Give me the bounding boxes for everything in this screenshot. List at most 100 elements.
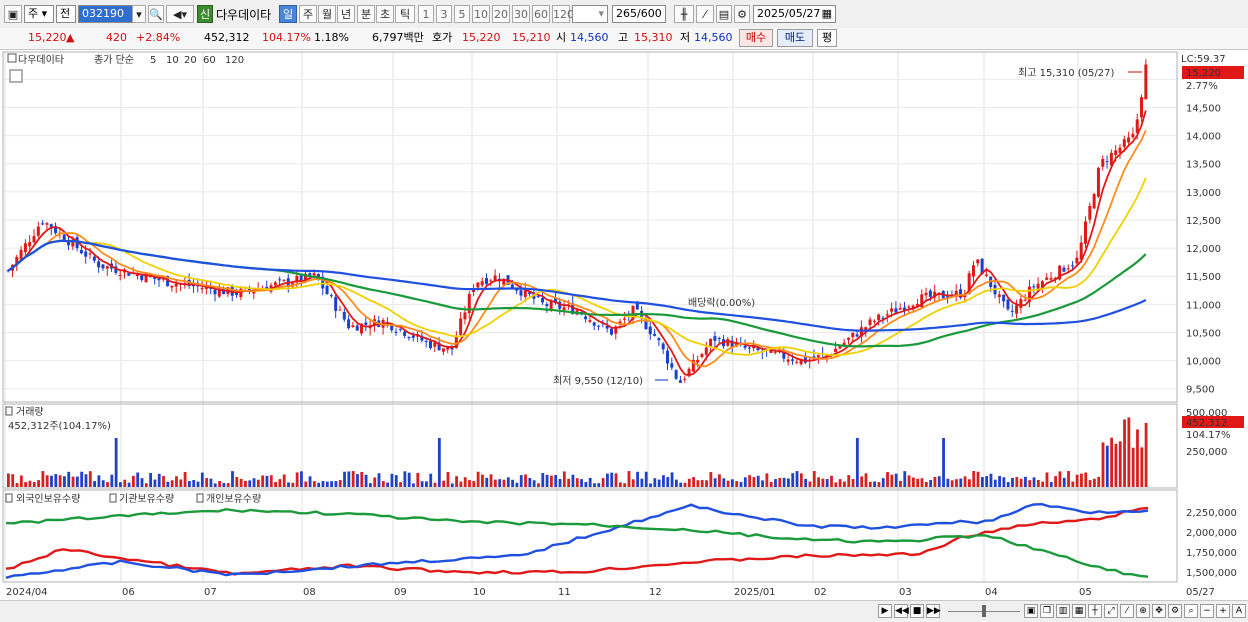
volume-bar — [692, 477, 696, 487]
interval-30[interactable]: 30 — [512, 5, 530, 23]
candle-body — [282, 279, 286, 281]
interval-120[interactable]: 120 — [552, 5, 574, 23]
x-axis-label: 03 — [899, 587, 912, 598]
zoom-in-icon[interactable]: + — [1216, 604, 1230, 618]
ruler-icon[interactable]: ⁄ — [1120, 604, 1134, 618]
code-dropdown-icon[interactable]: ▾ — [132, 5, 146, 23]
price-y-tick: 10,000 — [1186, 357, 1221, 368]
copy-icon[interactable]: ❐ — [1040, 604, 1054, 618]
sell-button[interactable]: 매도 — [777, 29, 813, 47]
table-icon[interactable] — [9, 69, 23, 83]
volume-bar — [498, 479, 502, 487]
volume-bar — [506, 477, 510, 487]
settings-icon[interactable]: ⚙ — [1168, 604, 1182, 618]
zoom-slider-handle[interactable] — [982, 605, 986, 617]
volume-bar — [739, 482, 743, 487]
candle-body — [1002, 294, 1006, 302]
candle-body — [709, 338, 713, 347]
interval-3[interactable]: 3 — [436, 5, 452, 23]
calendar-icon[interactable]: ▦ — [822, 6, 832, 22]
volume-bar — [1058, 471, 1062, 487]
rewind-icon[interactable]: ◀◀ — [894, 604, 909, 618]
volume-bar — [916, 478, 920, 487]
interval-select[interactable]: ▾ — [572, 5, 608, 23]
volume-bar — [575, 478, 579, 487]
period-year[interactable]: 년 — [337, 5, 355, 23]
period-day[interactable]: 일 — [279, 5, 297, 23]
candle-type-icon[interactable]: ╫ — [674, 5, 694, 23]
speaker-icon[interactable]: ◀▾ — [166, 5, 194, 23]
interval-60[interactable]: 60 — [532, 5, 550, 23]
split-icon[interactable]: ▥ — [1056, 604, 1070, 618]
draw-tool-icon[interactable]: ⁄ — [696, 5, 714, 23]
period-month[interactable]: 월 — [318, 5, 336, 23]
search-icon[interactable]: 🔍 — [148, 5, 164, 23]
candle-body — [88, 253, 92, 255]
gear-icon[interactable]: ⚙ — [734, 5, 750, 23]
evaluate-button[interactable]: 평 — [817, 29, 837, 47]
interval-20[interactable]: 20 — [492, 5, 510, 23]
interval-10[interactable]: 10 — [472, 5, 490, 23]
high-annotation: 최고 15,310 (05/27) — [1018, 67, 1114, 79]
volume-bar — [222, 483, 226, 487]
candle-body — [622, 318, 626, 320]
volume-bar — [58, 475, 62, 487]
volume-bar — [84, 474, 88, 487]
volume-bar — [140, 478, 144, 487]
period-tick[interactable]: 틱 — [395, 5, 415, 23]
zoom-out-icon[interactable]: − — [1200, 604, 1214, 618]
text-icon[interactable]: A — [1232, 604, 1246, 618]
interval-1[interactable]: 1 — [418, 5, 434, 23]
volume-bar — [980, 477, 984, 487]
date-field[interactable]: 2025/05/27 ▦ — [753, 5, 836, 23]
forward-icon[interactable]: ▶▶ — [926, 604, 941, 618]
stop-icon[interactable]: ■ — [910, 604, 924, 618]
price-y-tick: 11,500 — [1186, 272, 1221, 283]
period-second[interactable]: 초 — [376, 5, 394, 23]
count-field[interactable]: 265/600 — [612, 5, 666, 23]
volume-bar — [894, 473, 898, 487]
buy-button[interactable]: 매수 — [739, 29, 773, 47]
market-select[interactable]: 주 ▾ — [24, 5, 54, 23]
volume-bar — [549, 475, 553, 487]
volume-bar — [855, 438, 859, 487]
zoom-icon[interactable]: ⊕ — [1136, 604, 1150, 618]
period-week[interactable]: 주 — [299, 5, 317, 23]
trend-icon[interactable]: ⤢ — [1104, 604, 1118, 618]
grid-icon[interactable]: ▦ — [1072, 604, 1086, 618]
chart-area[interactable]: 14,500 14,000 13,500 13,000 12,500 12,000 11,5… — [0, 50, 1248, 600]
candle-body — [519, 290, 523, 296]
volume-bar — [515, 482, 519, 487]
volume-bar — [373, 477, 377, 487]
volume-bar — [248, 480, 252, 487]
window-icon[interactable]: ▣ — [4, 5, 22, 23]
layout-icon[interactable]: ▣ — [1024, 604, 1038, 618]
candle-body — [907, 306, 911, 308]
volume-bar — [403, 471, 407, 487]
interval-5[interactable]: 5 — [454, 5, 470, 23]
scope-select[interactable]: 전 — [56, 5, 76, 23]
scroll-right-icon[interactable]: ▶ — [878, 604, 892, 618]
crosshair-icon[interactable]: ┼ — [1088, 604, 1102, 618]
period-minute[interactable]: 분 — [357, 5, 375, 23]
volume-bar — [175, 476, 178, 487]
volume-bar — [300, 471, 303, 487]
turnover: 1.18% — [314, 31, 349, 44]
volume-bar — [756, 475, 760, 487]
candle-body — [868, 319, 872, 326]
volume-bar — [743, 477, 747, 487]
volume-bar — [1067, 471, 1070, 487]
volume-bar — [748, 475, 752, 487]
x-axis-label: 09 — [394, 587, 407, 598]
save-icon[interactable]: ▤ — [716, 5, 732, 23]
magnify-icon[interactable]: ⌕ — [1184, 604, 1198, 618]
volume-bar — [593, 483, 596, 487]
volume-bar — [1075, 474, 1079, 487]
candle-body — [140, 275, 144, 280]
pan-icon[interactable]: ✥ — [1152, 604, 1166, 618]
volume-bar — [381, 481, 385, 487]
volume-bar — [325, 481, 329, 487]
volume-ratio: 104.17% — [262, 31, 311, 44]
scope-value: 전 — [60, 7, 71, 20]
volume-bar — [343, 471, 346, 487]
